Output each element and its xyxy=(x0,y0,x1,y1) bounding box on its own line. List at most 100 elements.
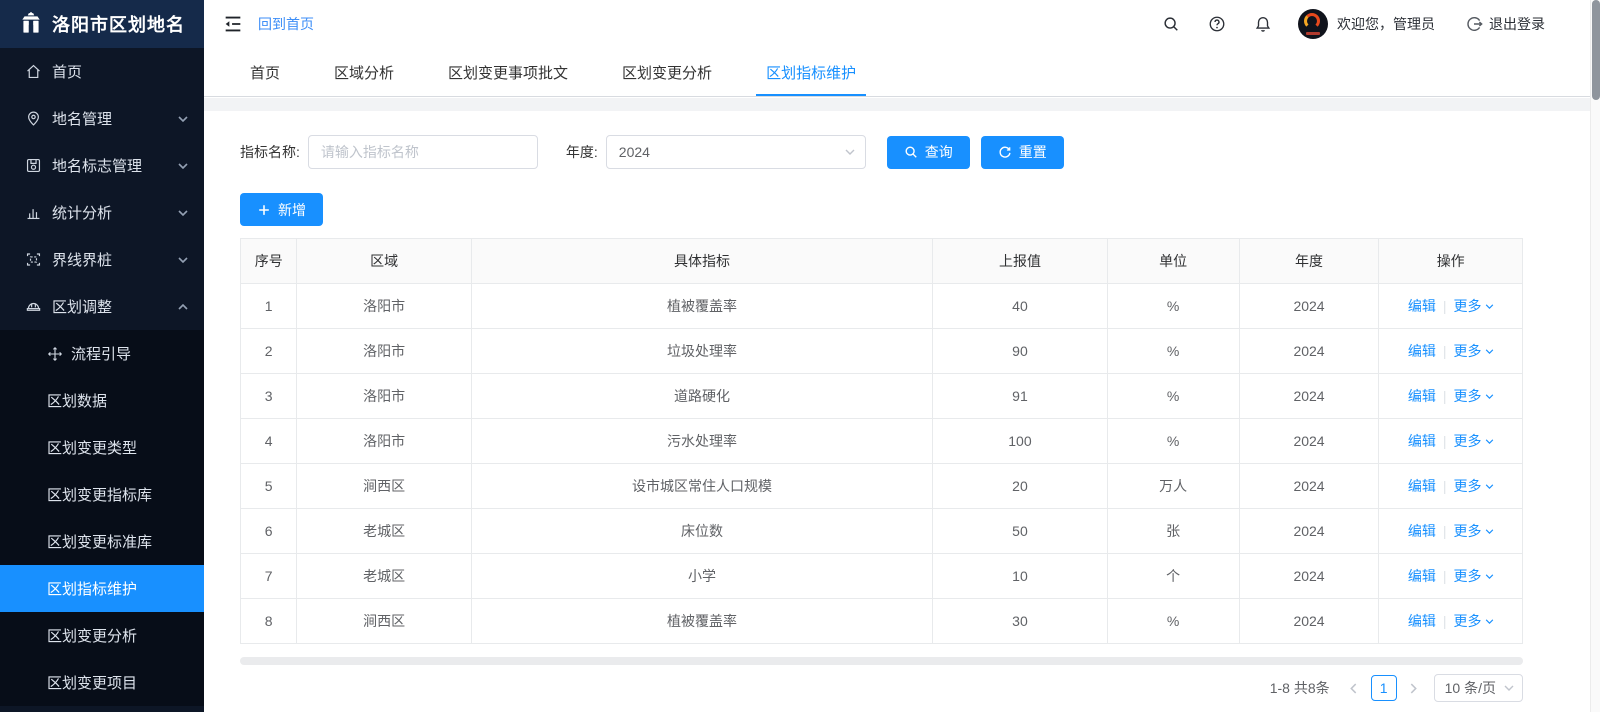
sidebar-subitem-change-project[interactable]: 区划变更项目 xyxy=(0,659,204,706)
table-row: 3洛阳市道路硬化91%2024 编辑|更多 xyxy=(241,374,1523,419)
bar-chart-icon xyxy=(25,204,42,221)
table-row: 5涧西区设市城区常住人口规模20万人2024 编辑|更多 xyxy=(241,464,1523,509)
gate-logo-icon xyxy=(18,11,44,37)
chevron-down-icon xyxy=(178,257,188,263)
collapse-sidebar-icon[interactable] xyxy=(222,13,244,35)
table-row: 1洛阳市植被覆盖率40%2024 编辑|更多 xyxy=(241,284,1523,329)
refresh-icon xyxy=(998,145,1012,159)
sidebar-subitem-indicator-lib[interactable]: 区划变更指标库 xyxy=(0,471,204,518)
chevron-down-icon xyxy=(178,116,188,122)
chevron-down-icon xyxy=(1485,304,1494,309)
chevron-down-icon xyxy=(845,149,855,155)
more-dropdown[interactable]: 更多 xyxy=(1454,431,1494,451)
edit-link[interactable]: 编辑 xyxy=(1408,433,1436,449)
tab-indicator-maintain[interactable]: 区划指标维护 xyxy=(756,48,866,96)
chevron-up-icon xyxy=(178,304,188,310)
more-dropdown[interactable]: 更多 xyxy=(1454,611,1494,631)
logout-icon xyxy=(1465,15,1483,33)
chevron-down-icon xyxy=(1504,685,1514,691)
avatar-logo xyxy=(1304,13,1320,29)
avatar[interactable] xyxy=(1298,9,1328,39)
back-home-link[interactable]: 回到首页 xyxy=(258,14,314,34)
sidebar-subitem-indicator-maintain[interactable]: 区划指标维护 xyxy=(0,565,204,612)
chevron-down-icon xyxy=(178,210,188,216)
scrollbar-thumb[interactable] xyxy=(1592,0,1600,100)
chevron-down-icon xyxy=(1485,574,1494,579)
col-header-actions: 操作 xyxy=(1379,239,1523,284)
sidebar-item-placename-mgmt[interactable]: 地名管理 xyxy=(0,95,204,142)
edit-link[interactable]: 编辑 xyxy=(1408,343,1436,359)
edit-link[interactable]: 编辑 xyxy=(1408,388,1436,404)
sidebar-menu: 首页 地名管理 地名标志管理 统计分析 xyxy=(0,48,204,706)
more-dropdown[interactable]: 更多 xyxy=(1454,566,1494,586)
more-dropdown[interactable]: 更多 xyxy=(1454,476,1494,496)
plus-icon xyxy=(257,203,271,217)
year-select[interactable]: 2024 xyxy=(606,135,866,169)
table-row: 8涧西区植被覆盖率30%2024 编辑|更多 xyxy=(241,599,1523,644)
table-header-row: 序号 区域 具体指标 上报值 单位 年度 操作 xyxy=(241,239,1523,284)
sidebar-subitem-change-analysis[interactable]: 区划变更分析 xyxy=(0,612,204,659)
edit-link[interactable]: 编辑 xyxy=(1408,613,1436,629)
more-dropdown[interactable]: 更多 xyxy=(1454,341,1494,361)
sidebar-subitem-zoning-data[interactable]: 区划数据 xyxy=(0,377,204,424)
search-button[interactable]: 查询 xyxy=(887,136,970,169)
edit-link[interactable]: 编辑 xyxy=(1408,478,1436,494)
pagination-total: 1-8 共8条 xyxy=(1270,678,1330,698)
sidebar-item-sign-mgmt[interactable]: 地名标志管理 xyxy=(0,142,204,189)
chevron-down-icon xyxy=(1485,619,1494,624)
chevron-down-icon xyxy=(1485,484,1494,489)
app-title: 洛阳市区划地名 xyxy=(52,11,185,37)
indicator-table-wrapper: 序号 区域 具体指标 上报值 单位 年度 操作 1洛阳市植被覆盖率40%2024… xyxy=(240,238,1523,644)
table-row: 6老城区床位数50张2024 编辑|更多 xyxy=(241,509,1523,554)
help-icon[interactable] xyxy=(1208,15,1226,33)
frame-icon xyxy=(25,251,42,268)
next-page-icon[interactable] xyxy=(1404,676,1424,700)
tab-change-approval[interactable]: 区划变更事项批文 xyxy=(438,48,578,96)
table-row: 2洛阳市垃圾处理率90%2024 编辑|更多 xyxy=(241,329,1523,374)
reset-button[interactable]: 重置 xyxy=(981,136,1064,169)
sidebar-subitem-change-type[interactable]: 区划变更类型 xyxy=(0,424,204,471)
move-icon xyxy=(47,346,63,362)
tab-region-analysis[interactable]: 区域分析 xyxy=(324,48,404,96)
helmet-icon xyxy=(25,298,42,315)
page-number-button[interactable]: 1 xyxy=(1371,675,1397,701)
search-icon[interactable] xyxy=(1162,15,1180,33)
sidebar-item-statistics[interactable]: 统计分析 xyxy=(0,189,204,236)
page-size-select[interactable]: 10 条/页 xyxy=(1434,674,1523,702)
bell-icon[interactable] xyxy=(1254,15,1272,33)
year-label: 年度: xyxy=(566,142,598,162)
more-dropdown[interactable]: 更多 xyxy=(1454,386,1494,406)
sidebar-subitem-process-guide[interactable]: 流程引导 xyxy=(0,330,204,377)
sidebar-item-zoning-adjust[interactable]: 区划调整 xyxy=(0,283,204,330)
more-dropdown[interactable]: 更多 xyxy=(1454,521,1494,541)
main-content: 指标名称: 年度: 2024 查询 重置 新增 xyxy=(204,111,1600,712)
indicator-table: 序号 区域 具体指标 上报值 单位 年度 操作 1洛阳市植被覆盖率40%2024… xyxy=(240,238,1523,644)
add-button[interactable]: 新增 xyxy=(240,193,323,226)
chevron-down-icon xyxy=(1485,529,1494,534)
logout-button[interactable]: 退出登录 xyxy=(1465,14,1545,34)
chevron-down-icon xyxy=(1485,349,1494,354)
chevron-down-icon xyxy=(178,163,188,169)
edit-link[interactable]: 编辑 xyxy=(1408,568,1436,584)
table-horizontal-scrollbar[interactable] xyxy=(240,657,1523,665)
prev-page-icon[interactable] xyxy=(1344,676,1364,700)
tab-home[interactable]: 首页 xyxy=(240,48,290,96)
sidebar-item-home[interactable]: 首页 xyxy=(0,48,204,95)
indicator-name-input[interactable] xyxy=(308,135,538,169)
home-icon xyxy=(25,63,42,80)
app-logo: 洛阳市区划地名 xyxy=(0,0,204,48)
zoning-adjust-submenu: 流程引导 区划数据 区划变更类型 区划变更指标库 区划变更标准库 区划指标维护 … xyxy=(0,330,204,706)
chevron-down-icon xyxy=(1485,439,1494,444)
content-divider-band xyxy=(204,98,1600,111)
col-header-indicator: 具体指标 xyxy=(471,239,933,284)
page-scrollbar[interactable] xyxy=(1590,0,1600,712)
table-row: 7老城区小学10个2024 编辑|更多 xyxy=(241,554,1523,599)
map-pin-icon xyxy=(25,110,42,127)
tab-change-analysis[interactable]: 区划变更分析 xyxy=(612,48,722,96)
edit-link[interactable]: 编辑 xyxy=(1408,298,1436,314)
more-dropdown[interactable]: 更多 xyxy=(1454,296,1494,316)
welcome-text: 欢迎您，管理员 xyxy=(1337,14,1435,34)
edit-link[interactable]: 编辑 xyxy=(1408,523,1436,539)
sidebar-subitem-standard-lib[interactable]: 区划变更标准库 xyxy=(0,518,204,565)
sidebar-item-boundary[interactable]: 界线界桩 xyxy=(0,236,204,283)
